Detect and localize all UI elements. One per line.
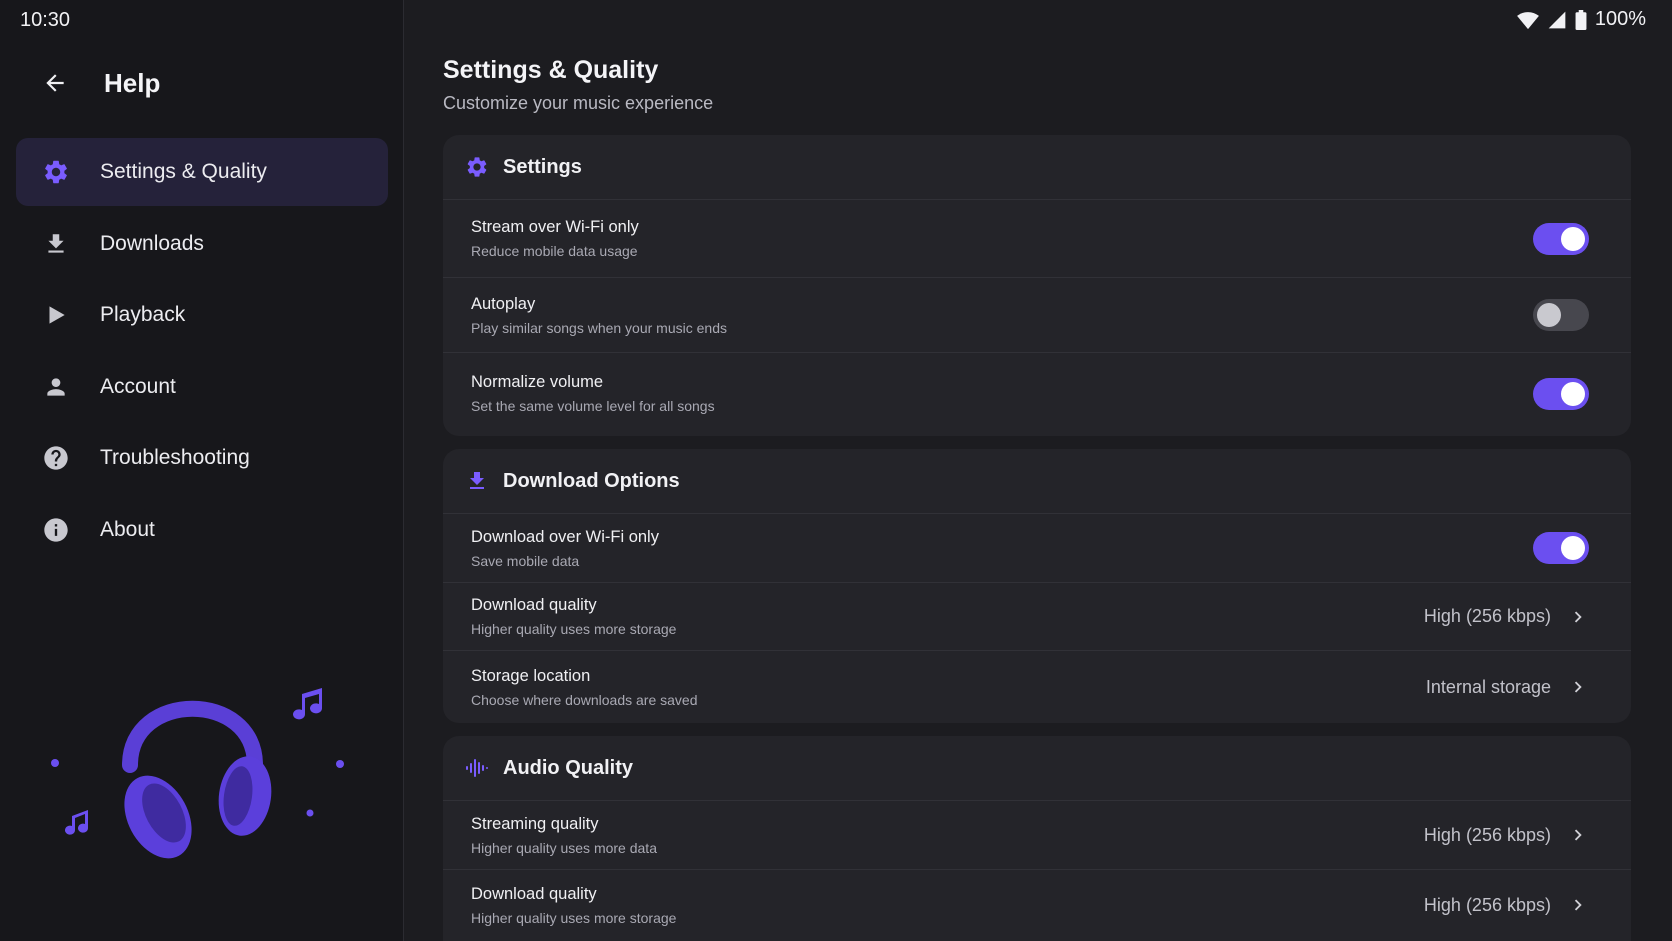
row-title: Download quality: [471, 884, 597, 903]
row-title: Autoplay: [471, 294, 536, 313]
sidebar-item-account[interactable]: Account: [16, 353, 388, 421]
headphones-illustration: [51, 688, 344, 859]
download-options-card: Download Options Download over Wi-Fi onl…: [443, 449, 1631, 723]
page-subtitle: Customize your music experience: [443, 93, 714, 113]
arrow-back-icon: [46, 74, 64, 92]
info-icon: [26, 516, 86, 544]
setting-row-download-wifi[interactable]: Download over Wi-Fi only Save mobile dat…: [443, 514, 1631, 583]
setting-row-download-quality[interactable]: Download quality Higher quality uses mor…: [443, 583, 1631, 651]
gear-icon: [26, 158, 86, 186]
card-title: Settings: [503, 155, 582, 178]
help-title: Help: [104, 67, 161, 98]
sidebar-item-settings-quality[interactable]: Settings & Quality: [16, 138, 388, 206]
sidebar-nav: Settings & Quality Downloads Playback Ac…: [16, 138, 388, 567]
row-subtitle: Save mobile data: [471, 552, 580, 569]
gear-icon: [465, 155, 489, 179]
row-value: Internal storage: [1425, 676, 1551, 697]
music-note-icon: [293, 688, 323, 720]
setting-row-autoplay[interactable]: Autoplay Play similar songs when your mu…: [443, 278, 1631, 353]
settings-card: Settings Stream over Wi-Fi only Reduce m…: [443, 135, 1631, 436]
row-title: Download over Wi-Fi only: [471, 527, 659, 546]
back-button[interactable]: [38, 66, 72, 100]
battery-percent: 100%: [1594, 8, 1646, 30]
row-title: Download quality: [471, 596, 597, 614]
card-header: Settings: [443, 135, 1631, 200]
setting-row-stream-wifi[interactable]: Stream over Wi-Fi only Reduce mobile dat…: [443, 200, 1631, 278]
download-wifi-toggle[interactable]: [1533, 532, 1589, 564]
music-note-icon: [65, 810, 89, 835]
card-title: Audio Quality: [503, 756, 633, 779]
sidebar-item-troubleshooting[interactable]: Troubleshooting: [16, 424, 388, 492]
help-header: Help: [38, 66, 160, 100]
person-icon: [26, 374, 86, 400]
card-header: Audio Quality: [443, 736, 1631, 801]
download-icon: [26, 231, 86, 257]
signal-icon: [1548, 11, 1566, 28]
battery-icon: [1575, 9, 1587, 30]
status-icons: 100%: [1516, 8, 1646, 31]
card-header: Download Options: [443, 449, 1631, 514]
row-title: Streaming quality: [471, 814, 599, 833]
sidebar-item-playback[interactable]: Playback: [16, 281, 388, 349]
row-subtitle: Higher quality uses more storage: [471, 621, 677, 637]
chevron-right-icon: [1574, 829, 1582, 841]
sidebar-item-label: Settings & Quality: [100, 160, 267, 183]
sidebar-item-downloads[interactable]: Downloads: [16, 210, 388, 278]
setting-row-storage-location[interactable]: Storage location Choose where downloads …: [443, 651, 1631, 723]
normalize-volume-toggle[interactable]: [1533, 377, 1589, 410]
row-value: High (256 kbps): [1423, 606, 1551, 626]
row-title: Normalize volume: [471, 373, 604, 391]
waveform-icon: [465, 756, 489, 780]
sidebar-item-label: Downloads: [100, 231, 204, 255]
row-subtitle: Reduce mobile data usage: [471, 243, 638, 259]
chevron-right-icon: [1574, 611, 1582, 622]
row-title: Stream over Wi-Fi only: [471, 218, 639, 236]
download-icon: [465, 469, 489, 493]
row-subtitle: Higher quality uses more data: [471, 839, 657, 856]
sidebar-item-label: Troubleshooting: [100, 446, 250, 469]
row-title: Storage location: [471, 666, 591, 685]
sidebar-item-label: About: [100, 517, 155, 541]
row-subtitle: Choose where downloads are saved: [471, 691, 698, 708]
row-subtitle: Higher quality uses more storage: [471, 909, 677, 926]
help-circle-icon: [26, 444, 86, 472]
chevron-right-icon: [1574, 899, 1582, 911]
row-value: High (256 kbps): [1423, 894, 1551, 915]
status-time: 10:30: [20, 9, 71, 31]
row-subtitle: Set the same volume level for all songs: [471, 398, 715, 414]
sidebar-item-label: Playback: [100, 303, 186, 326]
stream-wifi-toggle[interactable]: [1533, 222, 1589, 255]
sidebar-item-about[interactable]: About: [16, 496, 388, 564]
audio-quality-card: Audio Quality Streaming quality Higher q…: [443, 736, 1631, 941]
chevron-right-icon: [1574, 681, 1582, 693]
page-title: Settings & Quality: [443, 56, 659, 84]
sidebar: 10:30 Help Settings & Quality Downloads: [0, 0, 404, 941]
row-subtitle: Play similar songs when your music ends: [471, 319, 727, 336]
setting-row-audio-download-quality[interactable]: Download quality Higher quality uses mor…: [443, 870, 1631, 940]
setting-row-streaming-quality[interactable]: Streaming quality Higher quality uses mo…: [443, 801, 1631, 870]
card-title: Download Options: [503, 469, 680, 492]
wifi-icon: [1516, 11, 1539, 29]
sidebar-item-label: Account: [100, 374, 176, 398]
autoplay-toggle[interactable]: [1533, 299, 1589, 331]
row-value: High (256 kbps): [1423, 824, 1551, 845]
setting-row-normalize-volume[interactable]: Normalize volume Set the same volume lev…: [443, 353, 1631, 434]
play-icon: [26, 302, 86, 328]
